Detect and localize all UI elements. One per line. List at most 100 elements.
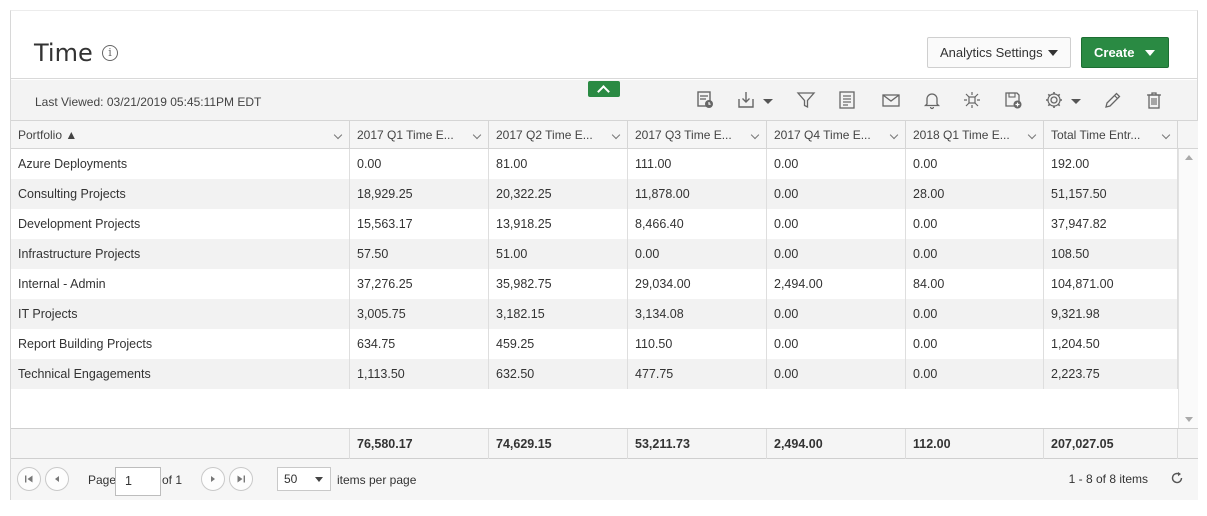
- create-button[interactable]: Create: [1081, 37, 1169, 68]
- cell-portfolio: Report Building Projects: [11, 329, 350, 359]
- report-toolbar: Last Viewed: 03/21/2019 05:45:11PM EDT: [11, 80, 1197, 121]
- cell-2018-q1: 0.00: [906, 329, 1044, 359]
- column-header-label: Total Time Entr...: [1051, 128, 1141, 142]
- cell-portfolio: Technical Engagements: [11, 359, 350, 389]
- column-header-label: Portfolio ▲: [18, 128, 78, 142]
- pager: Page 1 of 1 50 items per page 1 - 8 of 8…: [11, 459, 1198, 500]
- cell-portfolio: Development Projects: [11, 209, 350, 239]
- column-header-2017-q4[interactable]: 2017 Q4 Time E...: [767, 121, 906, 149]
- table-row[interactable]: Azure Deployments 0.00 81.00 111.00 0.00 0.00…: [11, 149, 1178, 179]
- column-menu-chevron-icon[interactable]: [472, 130, 482, 140]
- column-header-portfolio[interactable]: Portfolio ▲: [11, 121, 350, 149]
- total-cell-2017-q2: 74,629.15: [489, 429, 628, 459]
- column-menu-chevron-icon[interactable]: [1027, 130, 1037, 140]
- table-row[interactable]: Internal - Admin 37,276.25 35,982.75 29,034…: [11, 269, 1178, 299]
- column-menu-chevron-icon[interactable]: [333, 130, 343, 140]
- column-header-label: 2018 Q1 Time E...: [913, 128, 1010, 142]
- page-size-value: 50: [284, 472, 298, 486]
- grid-header-row: Portfolio ▲ 2017 Q1 Time E... 2017 Q2 Ti…: [11, 121, 1178, 149]
- cell-2017-q1: 18,929.25: [350, 179, 489, 209]
- cell-total: 108.50: [1044, 239, 1178, 269]
- cell-2017-q2: 459.25: [489, 329, 628, 359]
- column-header-label: 2017 Q1 Time E...: [357, 128, 454, 142]
- scroll-up-icon[interactable]: [1185, 155, 1193, 160]
- analytics-settings-label: Analytics Settings: [940, 45, 1043, 60]
- cell-2017-q2: 51.00: [489, 239, 628, 269]
- column-header-2017-q2[interactable]: 2017 Q2 Time E...: [489, 121, 628, 149]
- save-as-icon[interactable]: [1003, 90, 1023, 110]
- cell-portfolio: Internal - Admin: [11, 269, 350, 299]
- table-row[interactable]: Technical Engagements 1,113.50 632.50 477.7…: [11, 359, 1178, 389]
- column-menu-chevron-icon[interactable]: [889, 130, 899, 140]
- page-setup-icon[interactable]: [837, 90, 857, 110]
- cell-2018-q1: 0.00: [906, 239, 1044, 269]
- cell-2017-q2: 20,322.25: [489, 179, 628, 209]
- cell-2017-q4: 0.00: [767, 299, 906, 329]
- table-row[interactable]: IT Projects 3,005.75 3,182.15 3,134.08 0.00 0…: [11, 299, 1178, 329]
- chevron-down-icon: [1048, 50, 1058, 56]
- email-icon[interactable]: [881, 90, 901, 110]
- cell-2018-q1: 84.00: [906, 269, 1044, 299]
- vertical-scrollbar[interactable]: [1178, 149, 1198, 428]
- column-header-total[interactable]: Total Time Entr...: [1044, 121, 1178, 149]
- cell-total: 1,204.50: [1044, 329, 1178, 359]
- last-viewed-label: Last Viewed:: [35, 95, 104, 109]
- cell-2017-q3: 477.75: [628, 359, 767, 389]
- last-viewed: Last Viewed: 03/21/2019 05:45:11PM EDT: [35, 95, 261, 109]
- last-page-button[interactable]: [229, 467, 253, 491]
- total-cell-portfolio: [11, 429, 350, 459]
- cell-portfolio: Azure Deployments: [11, 149, 350, 179]
- cell-2017-q1: 0.00: [350, 149, 489, 179]
- cell-2017-q4: 0.00: [767, 329, 906, 359]
- cell-2018-q1: 0.00: [906, 359, 1044, 389]
- export-menu-caret-icon[interactable]: [763, 99, 773, 104]
- cell-portfolio: Consulting Projects: [11, 179, 350, 209]
- column-header-2018-q1[interactable]: 2018 Q1 Time E...: [906, 121, 1044, 149]
- table-row[interactable]: Report Building Projects 634.75 459.25 110.…: [11, 329, 1178, 359]
- cell-2017-q1: 1,113.50: [350, 359, 489, 389]
- info-icon[interactable]: i: [102, 45, 118, 61]
- table-row[interactable]: Development Projects 15,563.17 13,918.25 8,…: [11, 209, 1178, 239]
- cell-portfolio: Infrastructure Projects: [11, 239, 350, 269]
- edit-pencil-icon[interactable]: [1103, 90, 1123, 110]
- cell-2017-q3: 11,878.00: [628, 179, 767, 209]
- first-page-button[interactable]: [17, 467, 41, 491]
- page-label: Page: [88, 473, 117, 487]
- column-menu-chevron-icon[interactable]: [611, 130, 621, 140]
- scroll-down-icon[interactable]: [1185, 417, 1193, 422]
- cell-2017-q3: 8,466.40: [628, 209, 767, 239]
- column-header-2017-q3[interactable]: 2017 Q3 Time E...: [628, 121, 767, 149]
- cell-2017-q2: 35,982.75: [489, 269, 628, 299]
- table-row[interactable]: Infrastructure Projects 57.50 51.00 0.00 0.0…: [11, 239, 1178, 269]
- analytics-settings-button[interactable]: Analytics Settings: [927, 37, 1071, 68]
- page-size-select[interactable]: 50: [277, 467, 331, 491]
- page-header: Time i Analytics Settings Create: [11, 11, 1197, 79]
- pivot-icon[interactable]: [962, 90, 982, 110]
- schedule-report-icon[interactable]: [695, 90, 715, 110]
- delete-trash-icon[interactable]: [1144, 90, 1164, 110]
- total-cell-2017-q4: 2,494.00: [767, 429, 906, 459]
- next-page-button[interactable]: [201, 467, 225, 491]
- refresh-icon[interactable]: [1170, 471, 1184, 485]
- cell-2018-q1: 28.00: [906, 179, 1044, 209]
- column-header-2017-q1[interactable]: 2017 Q1 Time E...: [350, 121, 489, 149]
- settings-menu-caret-icon[interactable]: [1071, 99, 1081, 104]
- cell-2017-q2: 3,182.15: [489, 299, 628, 329]
- filter-icon[interactable]: [796, 90, 816, 110]
- column-menu-chevron-icon[interactable]: [750, 130, 760, 140]
- export-icon[interactable]: [736, 90, 756, 110]
- cell-2017-q4: 0.00: [767, 239, 906, 269]
- notification-bell-icon[interactable]: [922, 90, 942, 110]
- cell-2017-q4: 0.00: [767, 179, 906, 209]
- collapse-header-button[interactable]: [588, 81, 620, 97]
- chevron-down-icon: [315, 477, 323, 482]
- total-cell-2018-q1: 112.00: [906, 429, 1044, 459]
- previous-page-button[interactable]: [45, 467, 69, 491]
- column-menu-chevron-icon[interactable]: [1161, 130, 1171, 140]
- settings-gear-icon[interactable]: [1044, 90, 1064, 110]
- cell-2017-q3: 110.50: [628, 329, 767, 359]
- cell-2018-q1: 0.00: [906, 149, 1044, 179]
- table-row[interactable]: Consulting Projects 18,929.25 20,322.25 11,…: [11, 179, 1178, 209]
- page-number-input[interactable]: 1: [115, 467, 161, 496]
- cell-total: 104,871.00: [1044, 269, 1178, 299]
